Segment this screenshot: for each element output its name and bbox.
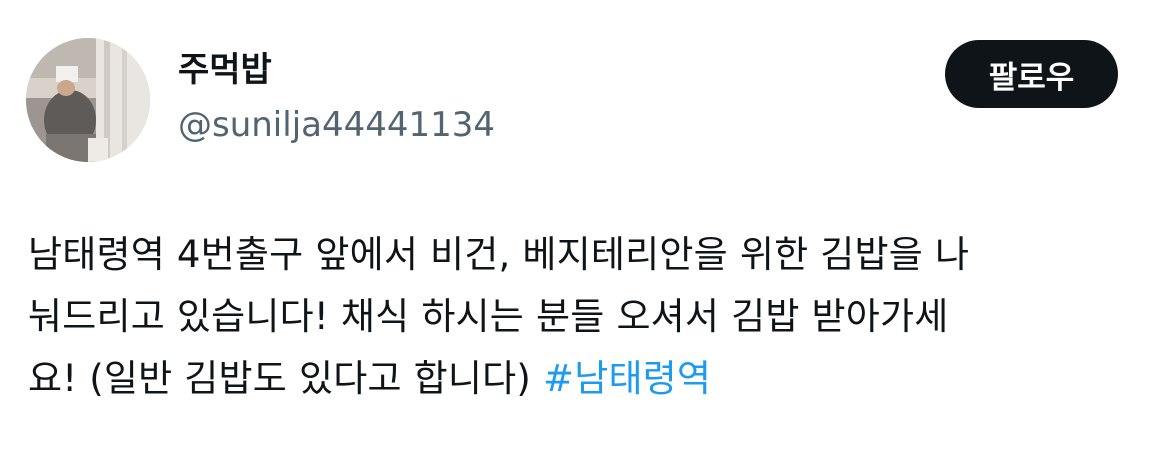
follow-button[interactable]: 팔로우: [945, 40, 1118, 108]
user-handle[interactable]: @sunilja44441134: [178, 103, 495, 147]
tweet-text-line: 남태령역 4번출구 앞에서 비건, 베지테리안을 위한 김밥을 나: [28, 233, 970, 276]
tweet-text-segment: 요! (일반 김밥도 있다고 합니다): [28, 357, 543, 400]
profile-photo-icon: [26, 38, 150, 162]
tweet-text-line: 눠드리고 있습니다! 채식 하시는 분들 오셔서 김밥 받아가세: [28, 295, 949, 338]
display-name[interactable]: 주먹밥: [178, 48, 272, 92]
tweet-text-line: 요! (일반 김밥도 있다고 합니다) #남태령역: [28, 348, 1148, 410]
avatar[interactable]: [26, 38, 150, 162]
tweet-text: 남태령역 4번출구 앞에서 비건, 베지테리안을 위한 김밥을 나 눠드리고 있…: [28, 224, 1148, 410]
hashtag-link[interactable]: #남태령역: [543, 357, 711, 400]
